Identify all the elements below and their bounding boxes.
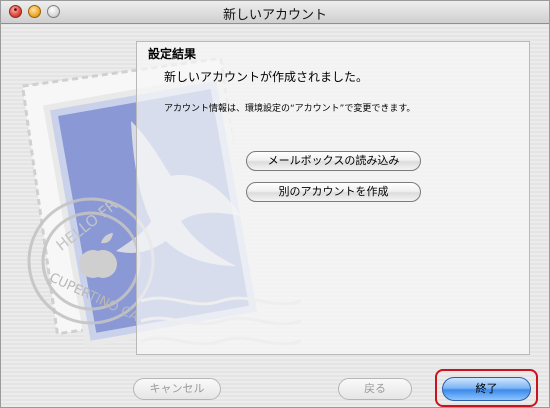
- back-button[interactable]: 戻る: [338, 378, 412, 400]
- cancel-button[interactable]: キャンセル: [133, 378, 221, 400]
- new-account-window: • 新しいアカウント HELLO FR CUPERTINO CA 設定結果 新し…: [0, 0, 550, 408]
- info-message: アカウント情報は、環境設定の“アカウント”で変更できます。: [164, 104, 416, 114]
- success-message: 新しいアカウントが作成されました。: [164, 70, 369, 84]
- window-title: 新しいアカウント: [222, 8, 327, 23]
- apple-logo-icon: [79, 233, 117, 278]
- create-another-account-button[interactable]: 別のアカウントを作成: [246, 182, 421, 202]
- postmark-text-bottom: CUPERTINO CA: [47, 270, 141, 324]
- finish-button[interactable]: 終了: [442, 377, 531, 401]
- import-mailboxes-button[interactable]: メールボックスの読み込み: [246, 151, 421, 171]
- page-heading: 設定結果: [148, 47, 197, 61]
- postmark-icon: [27, 197, 155, 325]
- postmark-text-top: HELLO FR: [53, 196, 121, 255]
- title-bar: • 新しいアカウント: [1, 1, 549, 24]
